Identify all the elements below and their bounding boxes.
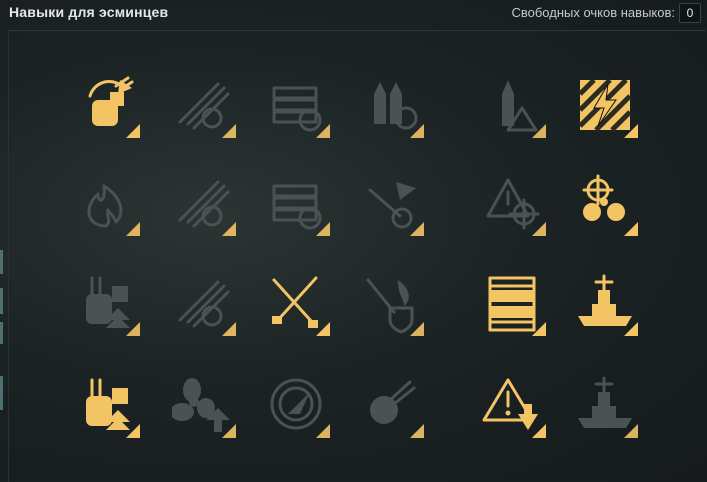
skill-level-corner	[624, 322, 638, 336]
skill-level-corner	[624, 124, 638, 138]
helm-propellers-skill[interactable]	[574, 172, 638, 236]
skill-level-corner	[532, 322, 546, 336]
fire-skill[interactable]	[76, 172, 140, 236]
ship-silhouette-skill[interactable]	[574, 374, 638, 438]
skill-level-corner	[126, 322, 140, 336]
crossed-torpedoes-skill[interactable]	[266, 272, 330, 336]
lightning-hazard-skill[interactable]	[574, 74, 638, 138]
skill-level-corner	[316, 124, 330, 138]
consumable-timer-skill[interactable]	[266, 172, 330, 236]
skill-level-corner	[222, 424, 236, 438]
warning-crosshair-skill[interactable]	[482, 172, 546, 236]
skill-level-corner	[126, 424, 140, 438]
skill-level-corner	[624, 424, 638, 438]
torpedo-refresh-skill[interactable]	[172, 272, 236, 336]
shells-reload-skill[interactable]	[360, 74, 424, 138]
battleship-skill[interactable]	[574, 272, 638, 336]
skill-level-corner	[624, 222, 638, 236]
shell-warning-skill[interactable]	[482, 74, 546, 138]
skill-level-corner	[410, 124, 424, 138]
skill-grid	[0, 0, 707, 481]
skill-level-corner	[316, 322, 330, 336]
turret-rotate-skill[interactable]	[76, 74, 140, 138]
turret-upgrade-skill[interactable]	[76, 272, 140, 336]
skill-level-corner	[410, 222, 424, 236]
radar-skill[interactable]	[266, 374, 330, 438]
battery-reload-skill[interactable]	[266, 74, 330, 138]
skill-level-corner	[532, 124, 546, 138]
torpedo-speed-skill[interactable]	[172, 172, 236, 236]
skill-level-corner	[410, 322, 424, 336]
skill-level-corner	[222, 322, 236, 336]
torpedo-reload-skill[interactable]	[172, 74, 236, 138]
extra-consumable-skill[interactable]	[482, 272, 546, 336]
aa-rocket-skill[interactable]	[360, 172, 424, 236]
aa-gun-skill[interactable]	[360, 374, 424, 438]
superintendent-skill[interactable]	[76, 374, 140, 438]
warning-down-skill[interactable]	[482, 374, 546, 438]
skill-level-corner	[126, 124, 140, 138]
skill-level-corner	[222, 124, 236, 138]
skill-level-corner	[532, 222, 546, 236]
skill-level-corner	[410, 424, 424, 438]
fire-shield-skill[interactable]	[360, 272, 424, 336]
propeller-up-skill[interactable]	[172, 374, 236, 438]
skill-level-corner	[126, 222, 140, 236]
skill-level-corner	[316, 222, 330, 236]
skill-level-corner	[532, 424, 546, 438]
skill-level-corner	[316, 424, 330, 438]
skill-level-corner	[222, 222, 236, 236]
